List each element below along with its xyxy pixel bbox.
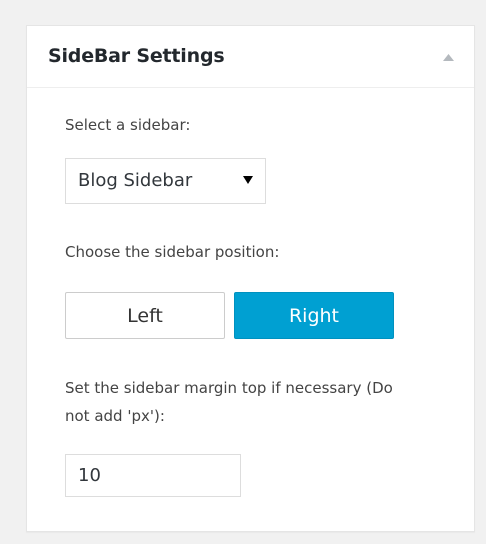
position-left-button[interactable]: Left xyxy=(65,292,225,339)
sidebar-select[interactable]: Blog Sidebar xyxy=(65,158,266,204)
position-right-button[interactable]: Right xyxy=(234,292,394,339)
sidebar-settings-panel: SideBar Settings Select a sidebar: Blog … xyxy=(26,25,475,532)
panel-header[interactable]: SideBar Settings xyxy=(27,26,474,88)
sidebar-position-label: Choose the sidebar position: xyxy=(65,243,280,261)
page-background: SideBar Settings Select a sidebar: Blog … xyxy=(0,0,486,544)
triangle-up-icon xyxy=(442,53,454,61)
select-sidebar-label: Select a sidebar: xyxy=(65,116,191,134)
triangle-down-icon xyxy=(243,176,253,184)
panel-title: SideBar Settings xyxy=(48,45,225,67)
margin-top-label: Set the sidebar margin top if necessary … xyxy=(65,379,393,425)
margin-top-input[interactable] xyxy=(65,454,241,497)
collapse-toggle-button[interactable] xyxy=(436,46,460,68)
sidebar-select-value: Blog Sidebar xyxy=(78,170,193,191)
